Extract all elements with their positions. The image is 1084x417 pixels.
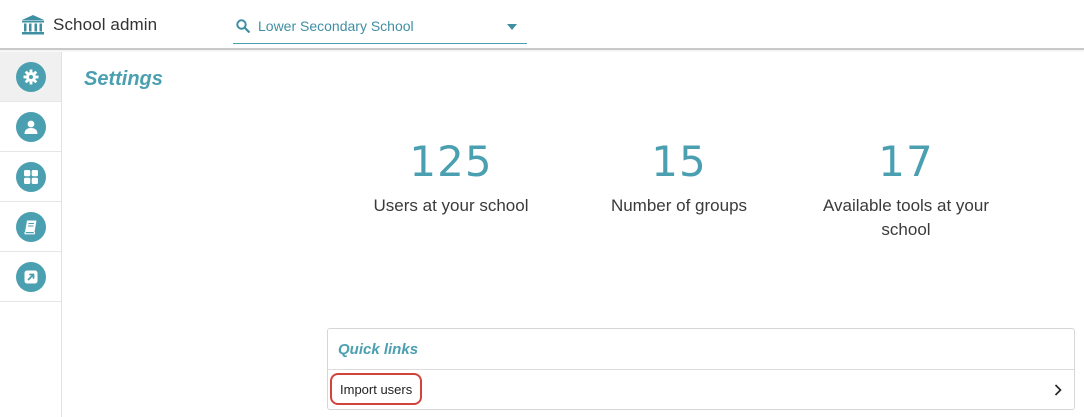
sidebar-item-groups[interactable]	[0, 152, 61, 202]
quick-links-panel: Quick links Import users	[327, 328, 1075, 410]
stat-groups: 15 Number of groups	[584, 140, 774, 218]
top-bar: School admin Lower Secondary School	[0, 0, 1084, 50]
school-building-icon	[22, 15, 44, 35]
stat-label: Available tools at your school	[822, 196, 989, 239]
book-icon	[15, 211, 46, 242]
stat-users: 125 Users at your school	[356, 140, 546, 218]
sidebar-item-settings[interactable]	[0, 52, 61, 102]
school-select[interactable]: Lower Secondary School	[233, 16, 527, 44]
stat-value: 17	[878, 137, 934, 186]
quick-link-import-users[interactable]: Import users	[328, 370, 1074, 409]
chevron-right-icon	[1054, 383, 1062, 401]
external-link-icon	[15, 261, 46, 292]
gear-icon	[15, 61, 46, 92]
stat-tools: 17 Available tools at your school	[811, 140, 1001, 242]
user-icon	[15, 111, 46, 142]
brand[interactable]: School admin	[22, 14, 157, 36]
grid-icon	[15, 161, 46, 192]
quick-links-title: Quick links	[338, 340, 419, 358]
stat-label: Number of groups	[610, 196, 748, 215]
sidebar-item-tools[interactable]	[0, 202, 61, 252]
sidebar-item-external[interactable]	[0, 252, 61, 302]
stat-value: 125	[409, 137, 493, 186]
chevron-down-icon	[507, 24, 517, 30]
search-icon	[236, 19, 250, 38]
sidebar	[0, 52, 62, 417]
quick-links-header: Quick links	[328, 329, 1074, 370]
stat-label: Users at your school	[373, 196, 529, 215]
quick-link-label[interactable]: Import users	[330, 373, 423, 405]
stat-value: 15	[651, 137, 707, 186]
page-title: Settings	[84, 68, 163, 90]
app-title: School admin	[53, 15, 158, 34]
school-select-value: Lower Secondary School	[258, 18, 414, 34]
sidebar-item-users[interactable]	[0, 102, 61, 152]
